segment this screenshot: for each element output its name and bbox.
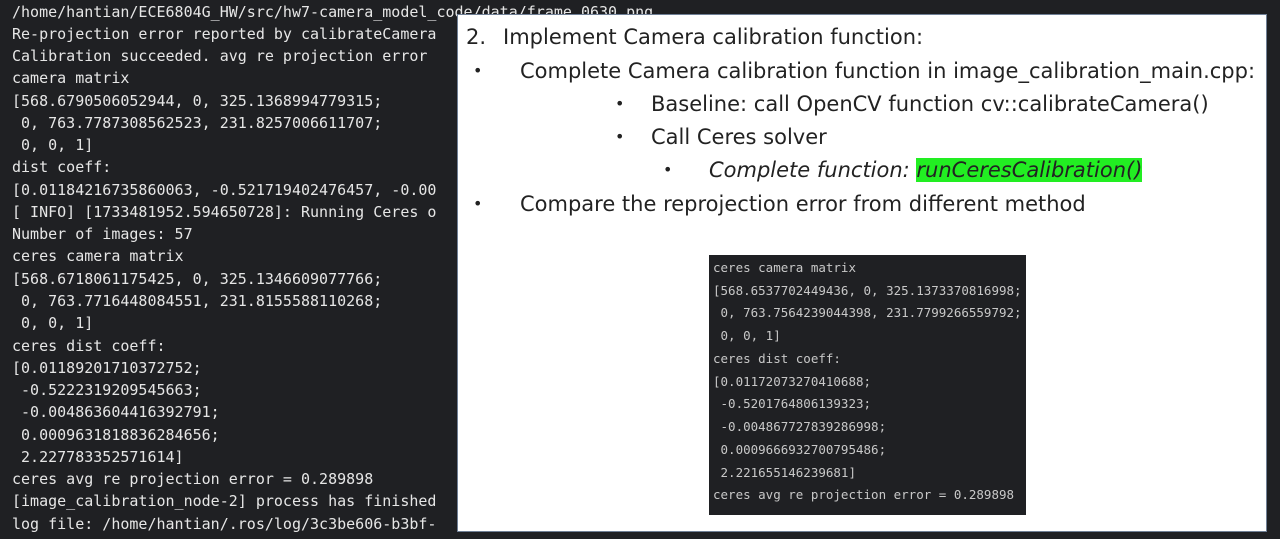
result-screenshot: ceres camera matrix [568.6537702449436, … xyxy=(709,255,1026,515)
inset-line: ceres dist coeff: xyxy=(713,351,841,366)
terminal-line: [568.6718061175425, 0, 325.1346609077766… xyxy=(12,270,383,288)
inset-line: 0, 0, 1] xyxy=(713,328,781,343)
sub-bullet-text: Baseline: call OpenCV function cv::calib… xyxy=(651,92,1209,116)
bullet-dot: • xyxy=(473,194,483,213)
terminal-line: ceres avg re projection error = 0.289898 xyxy=(12,470,374,488)
terminal-line: 0, 763.7716448084551, 231.8155588110268; xyxy=(12,292,383,310)
inset-line: [568.6537702449436, 0, 325.1373370816998… xyxy=(713,283,1022,298)
function-name-highlight: runCeresCalibration() xyxy=(916,158,1143,182)
sub-bullet-text: Call Ceres solver xyxy=(651,125,827,149)
bullet-dot: • xyxy=(663,160,673,179)
terminal-line: 2.227783352571614] xyxy=(12,448,184,466)
terminal-line: log file: /home/hantian/.ros/log/3c3be60… xyxy=(12,515,437,533)
sub-sub-bullet-text: Complete function: runCeresCalibration() xyxy=(709,156,1143,184)
inset-line: -0.5201764806139323; xyxy=(713,396,872,411)
inset-line: ceres camera matrix xyxy=(713,260,856,275)
inset-line: ceres avg re projection error = 0.289898 xyxy=(713,487,1015,502)
terminal-line: 0, 763.7787308562523, 231.8257006611707; xyxy=(12,114,383,132)
function-label: Complete function: xyxy=(709,158,917,182)
terminal-line: 0, 0, 1] xyxy=(12,314,94,332)
inset-line: -0.004867727839286998; xyxy=(713,419,887,434)
terminal-line: Number of images: 57 xyxy=(12,225,193,243)
terminal-line: Re-projection error reported by calibrat… xyxy=(12,25,437,43)
inset-line: [0.01172073270410688; xyxy=(713,374,872,389)
terminal-line: dist coeff: xyxy=(12,158,112,176)
bullet-text: Complete Camera calibration function in … xyxy=(520,59,1256,83)
slide-overlay: 2. Implement Camera calibration function… xyxy=(457,14,1267,532)
item-number: 2. xyxy=(466,25,487,49)
terminal-line: [0.01189201710372752; xyxy=(12,359,202,377)
terminal-line: ceres dist coeff: xyxy=(12,337,166,355)
inset-line: 2.221655146239681] xyxy=(713,465,856,480)
bullet-text: Compare the reprojection error from diff… xyxy=(520,192,1086,216)
terminal-line: [0.01184216735860063, -0.521719402476457… xyxy=(12,181,437,199)
terminal-line: 0.0009631818836284656; xyxy=(12,426,220,444)
terminal-line: -0.004863604416392791; xyxy=(12,403,220,421)
terminal-line: camera matrix xyxy=(12,69,130,87)
terminal-line: Calibration succeeded. avg re projection… xyxy=(12,47,428,65)
bullet-dot: • xyxy=(615,94,625,113)
inset-line: 0.0009666932700795486; xyxy=(713,442,887,457)
terminal-line: 0, 0, 1] xyxy=(12,136,94,154)
terminal-line: [568.6790506052944, 0, 325.1368994779315… xyxy=(12,92,383,110)
slide-heading: Implement Camera calibration function: xyxy=(503,25,924,49)
terminal-line: -0.5222319209545663; xyxy=(12,381,202,399)
inset-line: 0, 763.7564239044398, 231.7799266559792; xyxy=(713,305,1022,320)
bullet-dot: • xyxy=(615,127,625,146)
terminal-line: [ INFO] [1733481952.594650728]: Running … xyxy=(12,203,437,221)
terminal-line: [image_calibration_node-2] process has f… xyxy=(12,492,437,510)
terminal-line: ceres camera matrix xyxy=(12,247,184,265)
bullet-dot: • xyxy=(473,61,483,80)
